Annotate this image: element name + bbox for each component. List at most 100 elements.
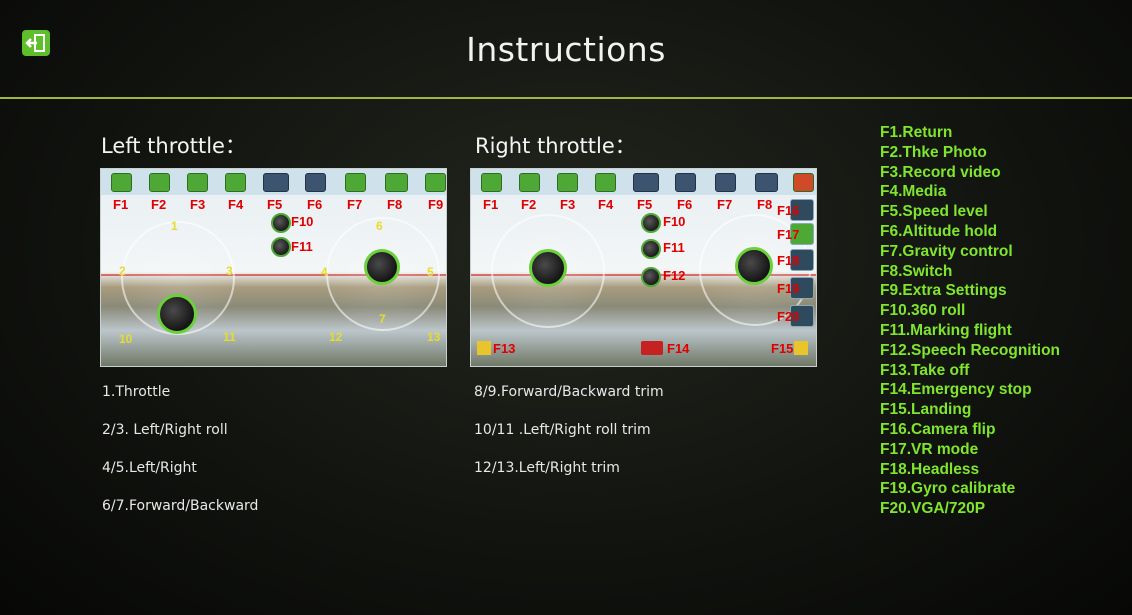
ctrl-number: 2: [119, 264, 126, 278]
camera-icon: [519, 173, 540, 192]
media-icon: [225, 173, 246, 192]
legend-item: F9.Extra Settings: [880, 282, 1007, 300]
f-label: F14: [667, 341, 690, 356]
ctrl-number: 7: [379, 312, 386, 326]
legend-item: F15.Landing: [880, 401, 972, 419]
legend-item: F3.Record video: [880, 163, 1001, 181]
right-throttle-title: Right throttle：: [475, 134, 636, 158]
f-label: F12: [663, 268, 686, 283]
f-label: F13: [493, 341, 516, 356]
left-throttle-title: Left throttle：: [101, 134, 246, 158]
f-label: F6: [307, 197, 323, 212]
f-label: F5: [267, 197, 283, 212]
legend-item: F20.VGA/720P: [880, 500, 986, 518]
ctrl-number: 3: [226, 264, 233, 278]
legend-item: F11.Marking flight: [880, 321, 1012, 339]
switch-icon: [385, 173, 408, 192]
list-item: 2/3. Left/Right roll: [102, 422, 228, 438]
legend-item: F17.VR mode: [880, 440, 979, 458]
altitude-icon: [305, 173, 326, 192]
legend-item: F14.Emergency stop: [880, 381, 1032, 399]
media-icon: [595, 173, 616, 192]
right-joystick-knob[interactable]: [364, 249, 400, 285]
legend-item: F7.Gravity control: [880, 242, 1013, 260]
roll-button[interactable]: [271, 213, 291, 233]
legend-item: F6.Altitude hold: [880, 222, 998, 240]
f-label: F8: [757, 197, 773, 212]
list-item: 12/13.Left/Right trim: [474, 460, 620, 476]
instructions-screen: Instructions Left throttle： F1 F2 F3 F4 …: [0, 0, 1132, 615]
legend-item: F8.Switch: [880, 262, 953, 280]
f-label: F11: [663, 240, 685, 255]
ctrl-number: 1: [171, 219, 178, 233]
legend-item: F5.Speed level: [880, 203, 988, 221]
switch-icon: [755, 173, 778, 192]
gravity-icon: [345, 173, 366, 192]
left-joystick-knob[interactable]: [157, 294, 197, 334]
legend-item: F18.Headless: [880, 460, 980, 478]
f-label: F1: [483, 197, 499, 212]
landing-icon[interactable]: [794, 341, 808, 355]
f-label: F3: [190, 197, 206, 212]
list-item: 10/11 .Left/Right roll trim: [474, 422, 651, 438]
settings-icon: [425, 173, 446, 192]
emergency-stop-icon[interactable]: [641, 341, 663, 355]
left-joystick-knob[interactable]: [529, 249, 567, 287]
f-label: F16: [777, 203, 800, 218]
camera-icon: [149, 173, 170, 192]
settings-icon: [793, 173, 814, 192]
video-icon: [557, 173, 578, 192]
header: Instructions: [0, 0, 1132, 98]
f-label: F4: [228, 197, 244, 212]
ctrl-number: 4: [321, 265, 328, 279]
f-label: F19: [777, 281, 800, 296]
f-label: F18: [777, 253, 800, 268]
list-item: 8/9.Forward/Backward trim: [474, 384, 664, 400]
f-label: F6: [677, 197, 693, 212]
left-throttle-preview: F1 F2 F3 F4 F5 F6 F7 F8 F9 F10 F11 1 2 3…: [100, 168, 447, 367]
return-icon: [481, 173, 502, 192]
f-label: F3: [560, 197, 576, 212]
return-icon: [111, 173, 132, 192]
ctrl-number: 11: [223, 330, 236, 344]
right-joystick-knob[interactable]: [735, 247, 773, 285]
function-legend: F1.Return F2.Thke Photo F3.Record video …: [880, 123, 1060, 519]
ctrl-number: 10: [119, 332, 133, 346]
list-item: 4/5.Left/Right: [102, 460, 197, 476]
controls-list-right: 8/9.Forward/Backward trim 10/11 .Left/Ri…: [474, 382, 664, 496]
ctrl-number: 6: [376, 219, 383, 233]
legend-item: F19.Gyro calibrate: [880, 480, 1016, 498]
speech-button[interactable]: [641, 267, 661, 287]
f-label: F2: [151, 197, 167, 212]
f-label: F7: [717, 197, 733, 212]
ctrl-number: 13: [427, 330, 441, 344]
f-label: F1: [113, 197, 129, 212]
f-label: F10: [291, 214, 314, 229]
takeoff-icon[interactable]: [477, 341, 491, 355]
video-icon: [187, 173, 208, 192]
toolbar: [471, 169, 816, 195]
f-label: F17: [777, 227, 800, 242]
speed-icon: [263, 173, 289, 192]
f-label: F8: [387, 197, 403, 212]
legend-item: F2.Thke Photo: [880, 143, 987, 161]
gravity-icon: [715, 173, 736, 192]
legend-item: F12.Speech Recognition: [880, 341, 1061, 359]
legend-item: F4.Media: [880, 183, 947, 201]
f-label: F15: [771, 341, 794, 356]
speed-icon: [633, 173, 659, 192]
toolbar: [101, 169, 446, 195]
f-label: F5: [637, 197, 653, 212]
altitude-icon: [675, 173, 696, 192]
list-item: 6/7.Forward/Backward: [102, 498, 259, 514]
list-item: 1.Throttle: [102, 384, 171, 400]
f-label: F10: [663, 214, 686, 229]
legend-item: F1.Return: [880, 124, 953, 141]
roll-button[interactable]: [641, 213, 661, 233]
legend-item: F13.Take off: [880, 361, 970, 379]
f-label: F7: [347, 197, 363, 212]
marking-flight-button[interactable]: [271, 237, 291, 257]
right-throttle-preview: F1 F2 F3 F4 F5 F6 F7 F8 F10 F11 F12 F13 …: [470, 168, 817, 367]
marking-flight-button[interactable]: [641, 239, 661, 259]
header-divider: [0, 97, 1132, 99]
